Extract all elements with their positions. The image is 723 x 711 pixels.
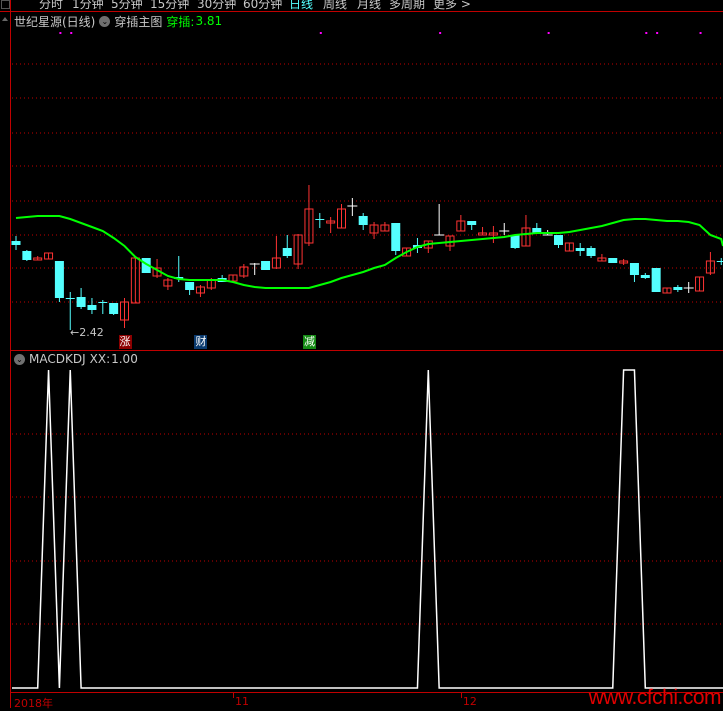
candle-body-down <box>554 235 563 245</box>
xx-line <box>12 369 723 689</box>
sub-value: 1.00 <box>111 352 138 366</box>
candle-body-down <box>640 275 650 278</box>
signal-dot <box>547 32 550 34</box>
candle-body-down <box>358 216 368 225</box>
candle-body-down <box>65 298 75 299</box>
candle-body-down <box>315 219 325 220</box>
candle-body-down <box>261 261 271 270</box>
x-axis-label: 2018年 <box>14 697 53 710</box>
signal-dot <box>319 32 322 34</box>
candle-body-down <box>608 258 618 263</box>
candle-body-down <box>54 261 64 298</box>
signal-dot <box>645 32 648 34</box>
panel-divider <box>11 350 723 351</box>
candle-body-down <box>673 287 683 290</box>
ma-line <box>15 215 723 289</box>
sub-indicator-name[interactable]: MACDKDJ <box>29 352 86 366</box>
candle-body-down <box>651 268 661 292</box>
candle-body-down <box>629 263 639 275</box>
sub-chart-header: ⌄ MACDKDJ XX: 1.00 <box>14 352 138 366</box>
signal-dot <box>439 32 442 34</box>
x-axis-label: 11 <box>235 695 249 708</box>
candle-body-down <box>510 235 520 248</box>
event-tag[interactable]: 减 <box>302 335 316 349</box>
signal-dot <box>59 32 62 34</box>
candle-body-down <box>98 302 108 303</box>
event-tag[interactable]: 涨 <box>118 335 132 349</box>
candle-body-down <box>391 223 401 251</box>
event-tag[interactable]: 财 <box>194 335 208 349</box>
watermark: www.cfchi.com <box>588 686 722 709</box>
signal-dot <box>70 32 73 34</box>
candle-body-down <box>467 221 477 225</box>
x-axis-label: 12 <box>462 695 477 708</box>
candle-body-down <box>282 248 292 256</box>
x-axis-tick <box>460 692 462 698</box>
signal-dot <box>656 32 659 34</box>
sub-value-label: XX: <box>89 352 111 366</box>
low-price-marker: ←2.42 <box>70 326 104 339</box>
candle-body-down <box>716 261 723 262</box>
candle-body-down <box>22 251 32 260</box>
candle-body-down <box>185 282 195 290</box>
candle-body-down <box>586 248 596 256</box>
candle-body-down <box>11 241 21 245</box>
x-axis-tick <box>233 692 234 698</box>
candle-body-down <box>87 305 97 310</box>
candle-body-down <box>109 303 119 314</box>
signal-dot <box>699 32 702 34</box>
candle-body-down <box>76 297 86 307</box>
candle-body-down <box>575 248 585 251</box>
indicator-dropdown-icon[interactable]: ⌄ <box>14 353 25 365</box>
